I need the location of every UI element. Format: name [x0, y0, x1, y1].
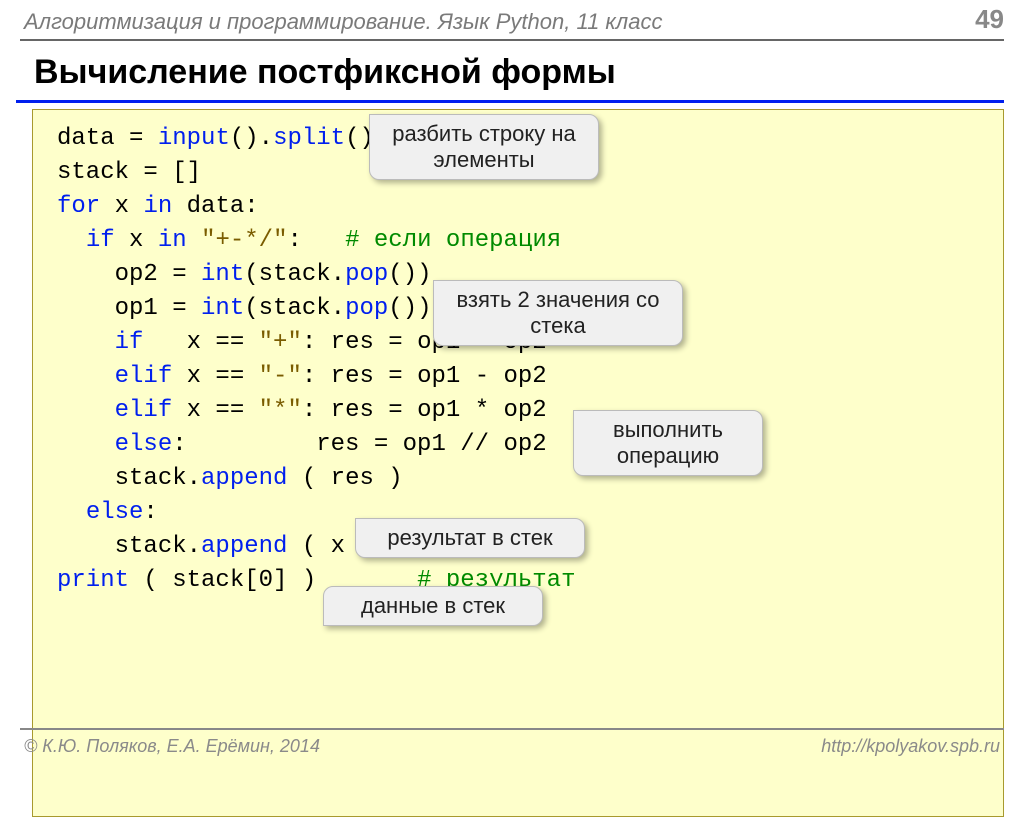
code-kw: if [86, 227, 115, 254]
code-kw: else [115, 431, 173, 458]
code-text [57, 329, 115, 356]
code-text: : res = op1 - op2 [302, 363, 547, 390]
code-fn: int [201, 295, 244, 322]
footer-right: http://kpolyakov.spb.ru [821, 736, 1000, 757]
callout-pop: взять 2 значения со стека [433, 280, 683, 346]
page-title: Вычисление постфиксной формы [0, 41, 1024, 100]
code-kw: in [143, 193, 172, 220]
code-fn: append [201, 533, 287, 560]
code-text: : [143, 499, 157, 526]
code-text [57, 227, 86, 254]
code-str: "+" [259, 329, 302, 356]
code-text: : res = op1 * op2 [302, 397, 547, 424]
callout-split: разбить строку на элементы [369, 114, 599, 180]
code-text: : [287, 227, 345, 254]
code-text [57, 431, 115, 458]
code-text [57, 363, 115, 390]
code-kw: else [86, 499, 144, 526]
code-text: (stack. [244, 295, 345, 322]
code-text: op1 = [57, 295, 201, 322]
code-text: op2 = [57, 261, 201, 288]
page-number: 49 [975, 4, 1004, 35]
code-text [57, 397, 115, 424]
callout-result-push: результат в стек [355, 518, 585, 558]
code-text: ( res ) [287, 465, 402, 492]
code-text: stack. [57, 465, 201, 492]
code-kw: for [57, 193, 100, 220]
header-course: Алгоритмизация и программирование. Язык … [24, 9, 662, 35]
code-fn: input [158, 125, 230, 152]
code-text: stack. [57, 533, 201, 560]
code-text: x == [143, 329, 258, 356]
code-text: data: [172, 193, 258, 220]
code-text: (stack. [244, 261, 345, 288]
divider-title [16, 100, 1004, 103]
code-str: "-" [259, 363, 302, 390]
code-fn: int [201, 261, 244, 288]
code-text [187, 227, 201, 254]
code-text: ()) [388, 295, 431, 322]
code-fn: append [201, 465, 287, 492]
code-fn: split [273, 125, 345, 152]
code-comment: # если операция [345, 227, 561, 254]
code-text: x == [172, 397, 258, 424]
code-text: x [100, 193, 143, 220]
code-fn: pop [345, 261, 388, 288]
callout-exec: выполнить операцию [573, 410, 763, 476]
code-fn: pop [345, 295, 388, 322]
code-text: (). [230, 125, 273, 152]
code-text: stack = [] [57, 159, 201, 186]
code-kw: in [158, 227, 187, 254]
code-kw: elif [115, 363, 173, 390]
code-str: "*" [259, 397, 302, 424]
code-kw: elif [115, 397, 173, 424]
code-text: x == [172, 363, 258, 390]
code-str: "+-*/" [201, 227, 287, 254]
footer-left: © К.Ю. Поляков, Е.А. Ерёмин, 2014 [24, 736, 320, 757]
code-block: data = input().split() stack = [] for x … [32, 109, 1004, 817]
code-kw: if [115, 329, 144, 356]
code-fn: print [57, 567, 129, 594]
code-text: ()) [388, 261, 431, 288]
code-text [57, 499, 86, 526]
code-text: : res = op1 // op2 [172, 431, 546, 458]
callout-data-push: данные в стек [323, 586, 543, 626]
code-text: data = [57, 125, 158, 152]
code-text: x [115, 227, 158, 254]
